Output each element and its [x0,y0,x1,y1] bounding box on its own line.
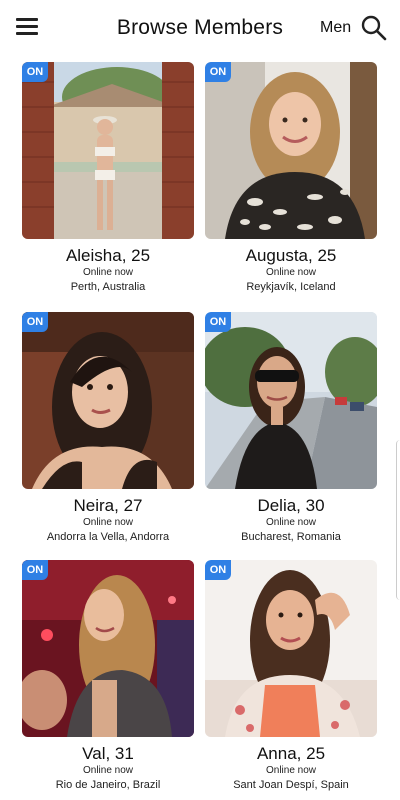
member-photo[interactable]: ON [205,62,377,239]
search-icon[interactable] [360,14,388,42]
online-status: Online now [82,517,134,528]
member-photo[interactable]: ON [205,560,377,737]
member-photo[interactable]: ON [205,312,377,489]
member-photo[interactable]: ON [22,312,194,489]
member-location: Andorra la Vella, Andorra [46,531,170,543]
member-name-age: Neira, 27 [73,496,143,515]
online-badge: ON [205,62,231,82]
online-status: Online now [82,765,134,776]
member-name-age: Augusta, 25 [245,246,337,265]
member-location: Sant Joan Despí, Spain [233,779,349,791]
member-location: Perth, Australia [70,281,146,293]
app-header: Browse Members Men [0,0,400,58]
member-photo[interactable]: ON [22,62,194,239]
online-badge: ON [22,560,48,580]
member-name-age: Delia, 30 [257,496,325,515]
gender-filter-button[interactable]: Men [320,19,351,37]
member-location: Rio de Janeiro, Brazil [55,779,161,791]
online-status: Online now [265,517,317,528]
member-name-age: Anna, 25 [256,744,326,763]
online-badge: ON [205,312,231,332]
online-status: Online now [265,765,317,776]
member-name-age: Val, 31 [82,744,134,763]
member-photo[interactable]: ON [22,560,194,737]
online-status: Online now [82,267,134,278]
member-location: Reykjavík, Iceland [246,281,336,293]
member-name-age: Aleisha, 25 [65,246,151,265]
member-location: Bucharest, Romania [241,531,341,543]
scrollbar[interactable] [396,440,400,600]
online-status: Online now [265,267,317,278]
online-badge: ON [22,312,48,332]
online-badge: ON [22,62,48,82]
online-badge: ON [205,560,231,580]
